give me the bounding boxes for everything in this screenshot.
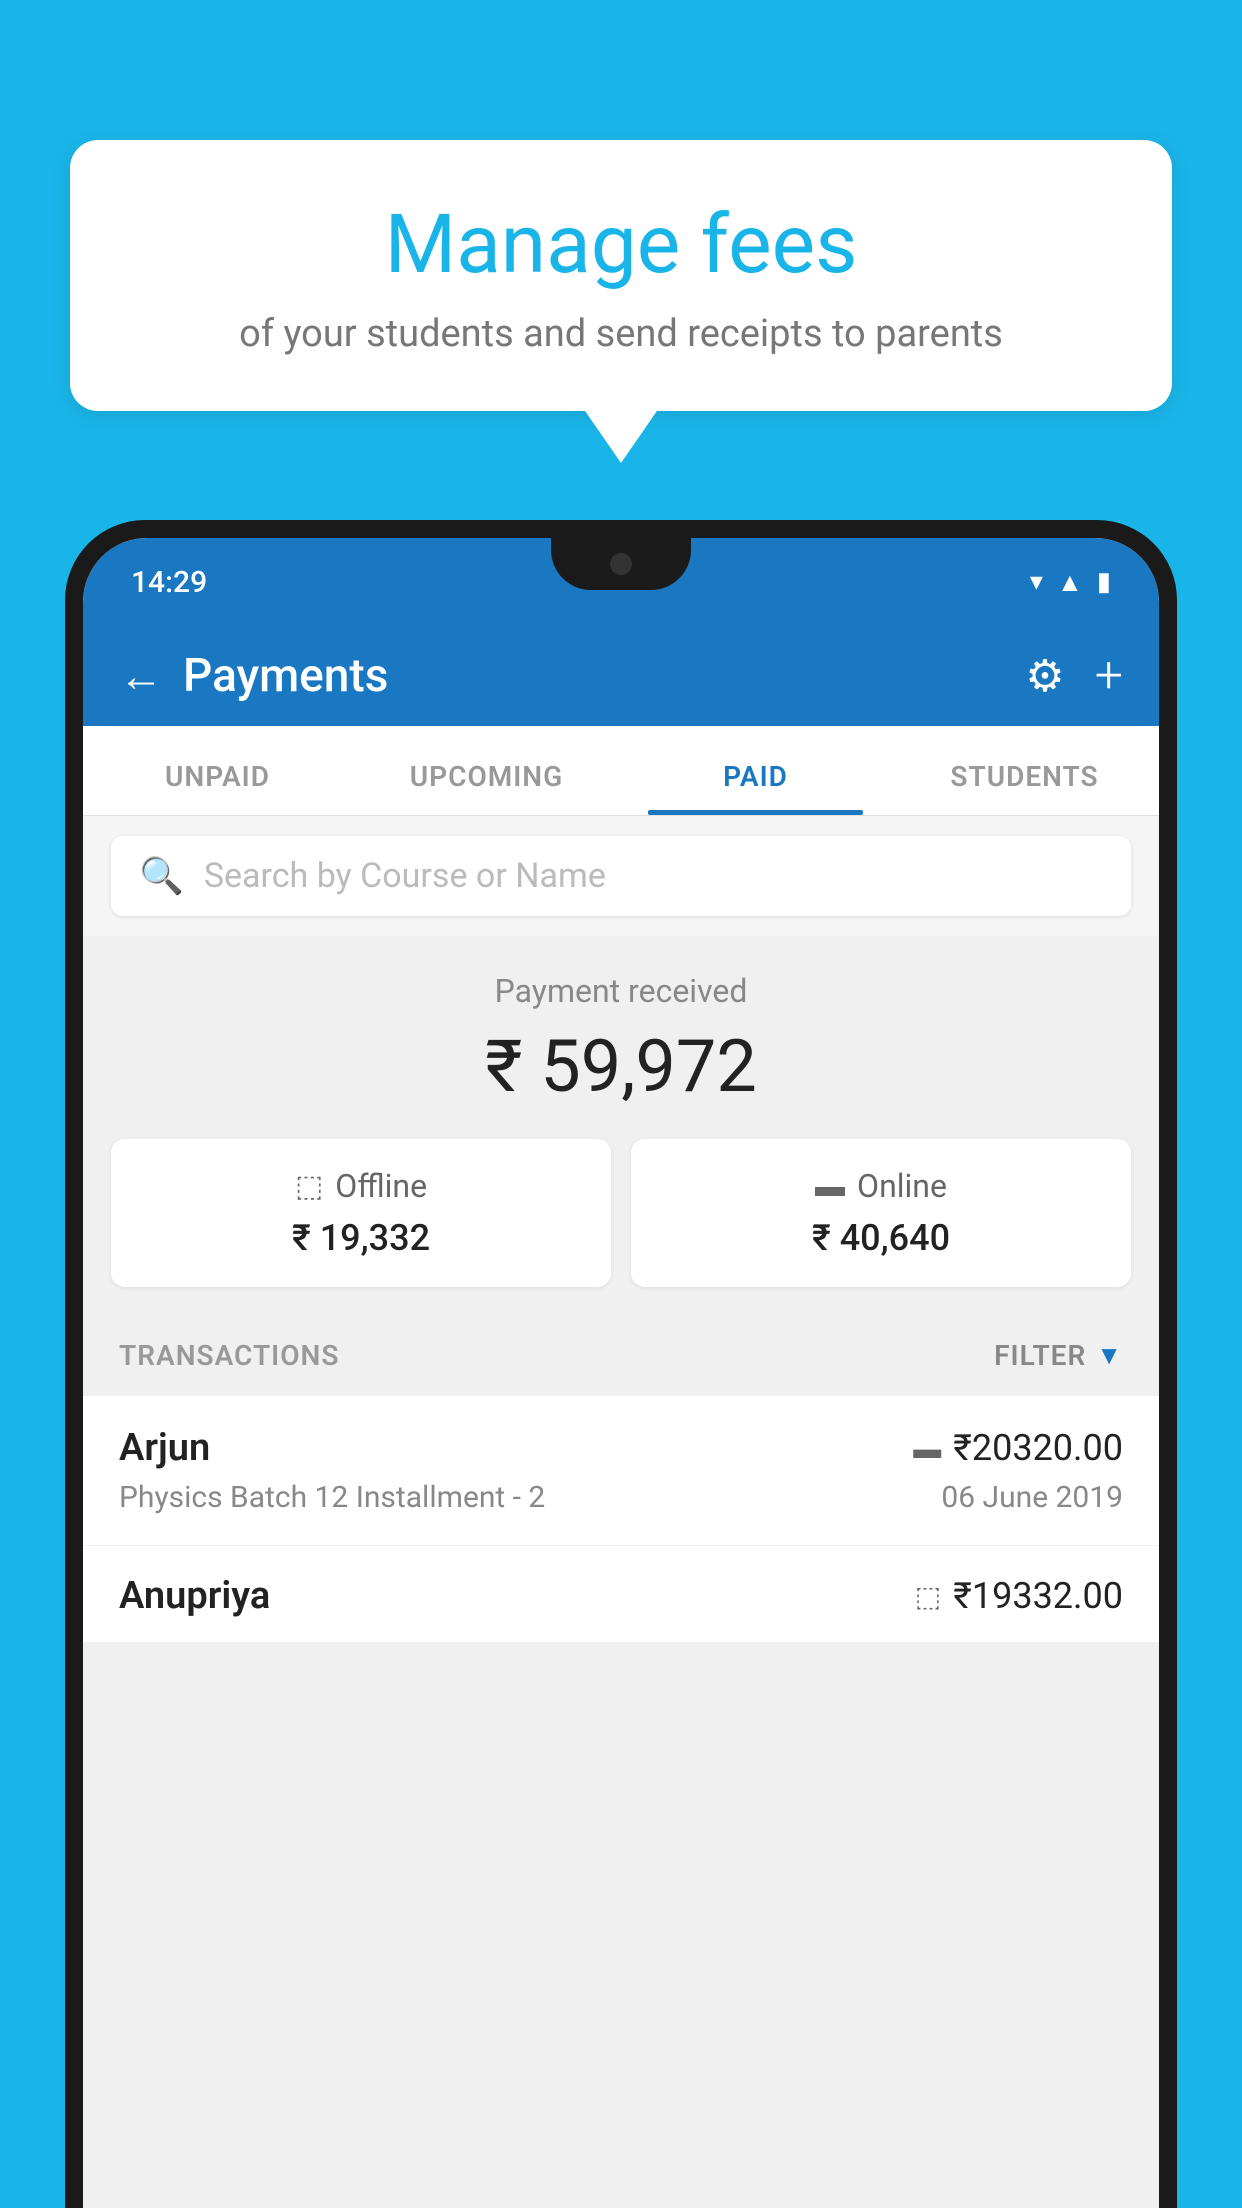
online-card: ▬ Online ₹ 40,640 xyxy=(631,1139,1131,1287)
payment-received-label: Payment received xyxy=(111,972,1131,1010)
offline-label: Offline xyxy=(335,1167,427,1205)
speech-bubble-container: Manage fees of your students and send re… xyxy=(70,140,1172,411)
transaction-top-2: Anupriya ⬚ ₹19332.00 xyxy=(119,1574,1123,1618)
payment-summary: Payment received ₹ 59,972 ⬚ Offline ₹ 19… xyxy=(83,936,1159,1315)
transaction-amount-1: ₹20320.00 xyxy=(953,1427,1123,1469)
payment-cards: ⬚ Offline ₹ 19,332 ▬ Online ₹ 40,640 xyxy=(111,1139,1131,1287)
transaction-amount-2: ₹19332.00 xyxy=(953,1575,1123,1617)
online-amount: ₹ 40,640 xyxy=(651,1217,1111,1259)
bubble-title: Manage fees xyxy=(130,200,1112,290)
speech-bubble: Manage fees of your students and send re… xyxy=(70,140,1172,411)
wifi-icon: ▾ xyxy=(1030,567,1043,597)
transaction-row-partial: Anupriya ⬚ ₹19332.00 xyxy=(83,1546,1159,1642)
phone-screen: 14:29 ▾ ▲ ▮ ← Payments ⚙ + UNPAID U xyxy=(83,538,1159,2208)
page-title: Payments xyxy=(183,649,388,703)
back-button[interactable]: ← xyxy=(119,650,163,702)
header-right: ⚙ + xyxy=(1025,647,1123,705)
tab-unpaid[interactable]: UNPAID xyxy=(83,760,352,815)
offline-card: ⬚ Offline ₹ 19,332 xyxy=(111,1139,611,1287)
status-icons: ▾ ▲ ▮ xyxy=(1030,567,1111,598)
transaction-row: Arjun ▬ ₹20320.00 Physics Batch 12 Insta… xyxy=(83,1396,1159,1546)
transaction-amount-row-1: ▬ ₹20320.00 xyxy=(913,1427,1123,1469)
search-container: 🔍 Search by Course or Name xyxy=(83,816,1159,936)
transactions-label: TRANSACTIONS xyxy=(119,1339,339,1372)
tabs-bar: UNPAID UPCOMING PAID STUDENTS xyxy=(83,726,1159,816)
offline-icon: ⬚ xyxy=(295,1169,323,1204)
transaction-name-1: Arjun xyxy=(119,1426,210,1470)
transaction-top-1: Arjun ▬ ₹20320.00 xyxy=(119,1426,1123,1470)
battery-icon: ▮ xyxy=(1097,567,1111,597)
payment-total: ₹ 59,972 xyxy=(111,1024,1131,1109)
transaction-date-1: 06 June 2019 xyxy=(941,1480,1123,1515)
add-button[interactable]: + xyxy=(1095,647,1123,705)
header-left: ← Payments xyxy=(119,649,388,703)
camera-dot xyxy=(610,553,632,575)
search-icon: 🔍 xyxy=(139,855,184,897)
tab-upcoming[interactable]: UPCOMING xyxy=(352,760,621,815)
status-bar: 14:29 ▾ ▲ ▮ xyxy=(83,538,1159,626)
signal-icon: ▲ xyxy=(1057,567,1083,598)
app-header: ← Payments ⚙ + xyxy=(83,626,1159,726)
online-label: Online xyxy=(857,1167,947,1205)
phone-frame: 14:29 ▾ ▲ ▮ ← Payments ⚙ + UNPAID U xyxy=(65,520,1177,2208)
offline-amount: ₹ 19,332 xyxy=(131,1217,591,1259)
filter-button[interactable]: FILTER ▼ xyxy=(994,1339,1123,1372)
online-icon: ▬ xyxy=(815,1169,845,1204)
transaction-type-icon-2: ⬚ xyxy=(915,1580,941,1613)
transaction-bottom-1: Physics Batch 12 Installment - 2 06 June… xyxy=(119,1480,1123,1515)
notch xyxy=(551,538,691,590)
tab-paid[interactable]: PAID xyxy=(621,760,890,815)
transaction-name-2: Anupriya xyxy=(119,1574,270,1618)
status-time: 14:29 xyxy=(131,565,207,600)
settings-icon[interactable]: ⚙ xyxy=(1025,650,1064,702)
online-label-row: ▬ Online xyxy=(651,1167,1111,1205)
filter-label: FILTER xyxy=(994,1339,1086,1372)
transaction-course-1: Physics Batch 12 Installment - 2 xyxy=(119,1480,545,1515)
search-placeholder: Search by Course or Name xyxy=(204,856,606,896)
bubble-subtitle: of your students and send receipts to pa… xyxy=(130,312,1112,356)
filter-icon: ▼ xyxy=(1096,1340,1123,1371)
offline-label-row: ⬚ Offline xyxy=(131,1167,591,1205)
transaction-type-icon-1: ▬ xyxy=(913,1432,941,1465)
transaction-amount-row-2: ⬚ ₹19332.00 xyxy=(915,1575,1123,1617)
transactions-header: TRANSACTIONS FILTER ▼ xyxy=(83,1315,1159,1396)
tab-students[interactable]: STUDENTS xyxy=(890,760,1159,815)
search-bar[interactable]: 🔍 Search by Course or Name xyxy=(111,836,1131,916)
